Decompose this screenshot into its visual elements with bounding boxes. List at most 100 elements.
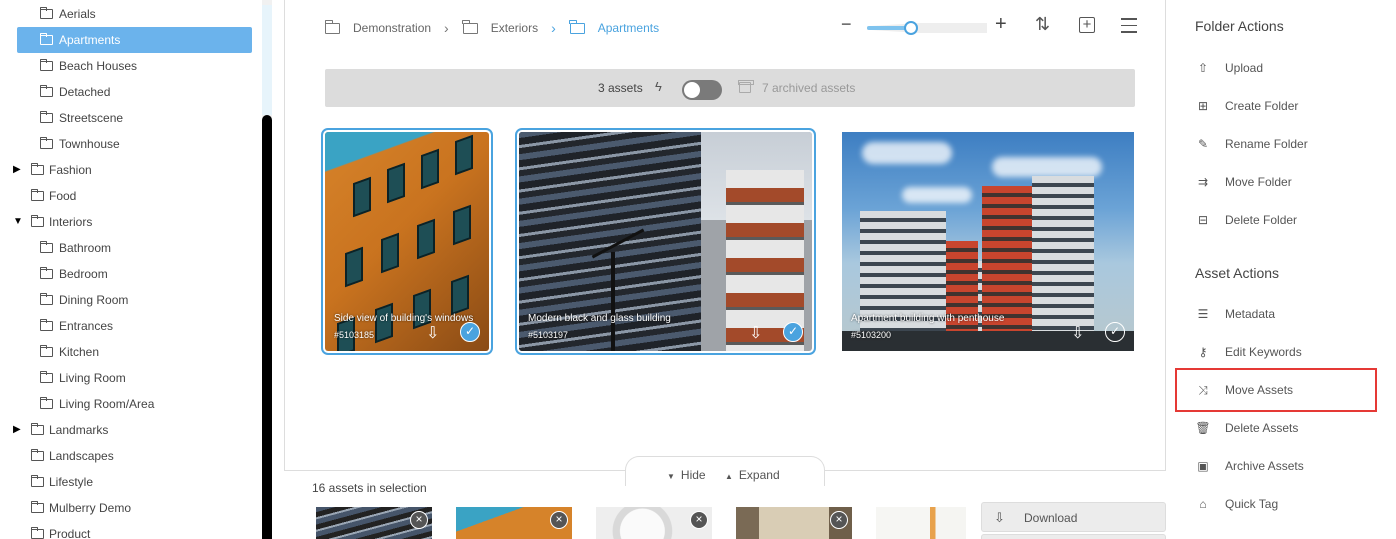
tree-item[interactable]: Apartments <box>17 27 252 53</box>
folder-icon <box>30 448 44 461</box>
add-box-icon[interactable]: + <box>1079 17 1095 33</box>
tree-item[interactable]: ▼ Interiors <box>0 209 262 235</box>
cloud-download-icon[interactable]: ⇩ <box>1071 323 1093 342</box>
folder-actions-title: Folder Actions <box>1195 18 1284 34</box>
remove-icon[interactable]: × <box>690 511 708 529</box>
tree-item[interactable]: Product <box>0 521 262 539</box>
tree-item-label: Entrances <box>59 319 114 333</box>
asset-title: Modern black and glass building <box>528 313 671 324</box>
folder-icon <box>30 500 44 513</box>
tree-item[interactable]: Townhouse <box>0 131 262 157</box>
tree-item[interactable]: Entrances <box>0 313 262 339</box>
tree-item[interactable]: Lifestyle <box>0 469 262 495</box>
folder-icon <box>324 19 340 34</box>
caret-down-icon: ▼ <box>667 472 675 481</box>
zoom-slider-handle[interactable] <box>904 21 918 35</box>
tree-item[interactable]: Living Room/Area <box>0 391 262 417</box>
hide-label: Hide <box>680 468 706 482</box>
tree-item[interactable]: Mulberry Demo <box>0 495 262 521</box>
breadcrumb-item-exteriors[interactable]: Exteriors <box>462 19 539 35</box>
selection-thumbnail[interactable]: × <box>736 507 852 539</box>
selection-thumbnail[interactable]: × <box>596 507 712 539</box>
tree-item[interactable]: Dining Room <box>0 287 262 313</box>
expand-tray-button[interactable]: ▲ Expand <box>725 468 780 482</box>
tree-item-label: Interiors <box>49 215 93 229</box>
tree-item[interactable]: ▶ Landmarks <box>0 417 262 443</box>
hide-tray-button[interactable]: ▼ Hide <box>667 468 706 482</box>
selection-thumbnail[interactable]: × <box>316 507 432 539</box>
tree-item[interactable]: Beach Houses <box>0 53 262 79</box>
remove-icon[interactable]: × <box>830 511 848 529</box>
actions-panel: Folder Actions ⇧ Upload ⊞ Create Folder … <box>1166 0 1396 539</box>
folder-icon <box>30 214 44 227</box>
tree-item[interactable]: Bedroom <box>0 261 262 287</box>
select-check-icon[interactable]: ✓ <box>460 322 480 342</box>
folder-icon <box>39 110 53 123</box>
tree-item[interactable]: Kitchen <box>0 339 262 365</box>
folder-icon <box>30 162 44 175</box>
action-label: Metadata <box>1225 307 1276 321</box>
tree-item-label: Bathroom <box>59 241 112 255</box>
asset-card[interactable]: Apartment building with penthouse #51032… <box>842 132 1134 351</box>
breadcrumb-label: Exteriors <box>490 21 539 35</box>
chevron-right-icon: › <box>551 20 556 36</box>
remove-icon[interactable]: × <box>550 511 568 529</box>
action-label: Rename Folder <box>1225 137 1308 151</box>
caret-down-icon[interactable]: ▼ <box>13 209 23 235</box>
tree-item[interactable]: Bathroom <box>0 235 262 261</box>
folder-icon <box>30 188 44 201</box>
tree-item-label: Product <box>49 527 91 539</box>
selection-thumbnail[interactable] <box>876 507 966 539</box>
zoom-in-button[interactable]: + <box>995 13 1007 36</box>
breadcrumb-item-demonstration[interactable]: Demonstration <box>324 19 432 35</box>
action-label: Delete Assets <box>1225 421 1299 435</box>
caret-right-icon[interactable]: ▶ <box>13 417 21 443</box>
breadcrumb-label: Demonstration <box>353 21 432 35</box>
archived-toggle[interactable] <box>682 80 722 100</box>
sort-icon[interactable]: ⇅ <box>1035 14 1050 35</box>
archive-icon: ▣ <box>1197 459 1209 473</box>
tag-icon: ⌂ <box>1199 497 1207 511</box>
tray-secondary-button[interactable] <box>981 534 1166 539</box>
tree-item[interactable]: Streetscene <box>0 105 262 131</box>
tree-item-label: Beach Houses <box>59 59 138 73</box>
tree-item[interactable]: Landscapes <box>0 443 262 469</box>
tree-item[interactable]: Living Room <box>0 365 262 391</box>
tree-item[interactable]: Aerials <box>0 1 262 27</box>
asset-actions-title: Asset Actions <box>1195 265 1280 281</box>
folder-icon <box>30 526 44 539</box>
asset-card[interactable]: Modern black and glass building #5103197… <box>515 128 816 355</box>
zoom-out-button[interactable]: − <box>841 14 852 35</box>
download-selection-button[interactable]: ⇩ Download <box>981 502 1166 532</box>
tree-item-label: Apartments <box>59 33 121 47</box>
select-check-icon[interactable]: ✓ <box>783 322 803 342</box>
tree-item[interactable]: Food <box>0 183 262 209</box>
tree-item-label: Kitchen <box>59 345 100 359</box>
lightning-icon[interactable]: ϟ <box>655 79 662 94</box>
chevron-right-icon: › <box>444 20 449 36</box>
folder-open-icon <box>569 19 585 34</box>
caret-right-icon[interactable]: ▶ <box>13 157 21 183</box>
cloud-download-icon[interactable]: ⇩ <box>426 323 448 342</box>
asset-id: #5103200 <box>851 330 892 340</box>
cloud-download-icon[interactable]: ⇩ <box>749 323 771 342</box>
asset-card[interactable]: Side view of building's windows #5103185… <box>321 128 493 355</box>
breadcrumb-item-apartments[interactable]: Apartments <box>569 19 659 35</box>
tree-item-label: Townhouse <box>59 137 120 151</box>
tree-item-label: Landscapes <box>49 449 114 463</box>
tree-item[interactable]: ▶ Fashion <box>0 157 262 183</box>
selection-thumbnail[interactable]: × <box>456 507 572 539</box>
folder-icon <box>39 266 53 279</box>
create-folder-icon: ⊞ <box>1197 99 1209 113</box>
tree-item[interactable]: Detached <box>0 79 262 105</box>
breadcrumb: Demonstration › Exteriors › Apartments <box>324 18 659 38</box>
folder-icon <box>39 370 53 383</box>
menu-icon[interactable] <box>1121 18 1137 38</box>
asset-id: #5103197 <box>528 330 569 340</box>
remove-icon[interactable]: × <box>410 511 428 529</box>
folder-icon <box>39 292 53 305</box>
tree-scrollbar-thumb[interactable] <box>262 115 272 539</box>
tree-item-label: Mulberry Demo <box>49 501 132 515</box>
select-check-icon[interactable]: ✓ <box>1105 322 1125 342</box>
tree-item-label: Dining Room <box>59 293 129 307</box>
